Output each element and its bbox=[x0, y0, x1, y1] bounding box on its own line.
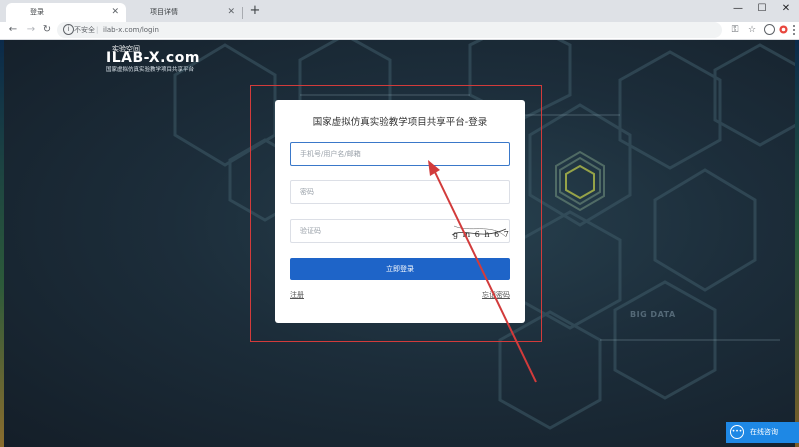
tab-label: 登录 bbox=[30, 8, 44, 16]
security-label[interactable]: 不安全 bbox=[74, 22, 95, 38]
key-icon[interactable]: ⚿ bbox=[728, 23, 742, 37]
chat-icon: ••• bbox=[730, 425, 744, 439]
menu-icon[interactable] bbox=[790, 23, 798, 37]
captcha-image[interactable]: g m 6 h 6 7 bbox=[450, 221, 509, 241]
login-card: 国家虚拟仿真实验教学项目共享平台-登录 手机号/用户名/邮箱 密码 验证码 g … bbox=[275, 100, 525, 323]
url-text[interactable]: ilab-x.com/login bbox=[103, 22, 159, 38]
login-title: 国家虚拟仿真实验教学项目共享平台-登录 bbox=[312, 117, 488, 128]
bg-watermark: BIG DATA bbox=[630, 310, 676, 319]
right-edge-strip bbox=[795, 40, 799, 447]
forgot-password-link[interactable]: 忘记密码 bbox=[482, 290, 510, 300]
tab-close-icon[interactable]: ✕ bbox=[111, 3, 119, 22]
tab-strip: 登录 ✕ 项目详情 ✕ + — ☐ ✕ bbox=[0, 0, 799, 22]
info-icon[interactable]: i bbox=[63, 24, 74, 35]
logo-subtitle: 国家虚拟仿真实验教学项目共享平台 bbox=[106, 67, 195, 73]
address-bar[interactable]: i 不安全 | ilab-x.com/login bbox=[57, 22, 722, 38]
logo-english: ILAB-X.com bbox=[106, 50, 200, 66]
reload-icon[interactable]: ↻ bbox=[40, 23, 54, 37]
url-separator: | bbox=[96, 26, 99, 34]
tab-divider bbox=[242, 7, 243, 19]
password-input[interactable]: 密码 bbox=[290, 180, 510, 204]
tab-project-details[interactable]: 项目详情 ✕ bbox=[126, 3, 242, 22]
back-icon[interactable]: ← bbox=[6, 23, 20, 37]
forward-icon[interactable]: → bbox=[24, 23, 38, 37]
online-consult-button[interactable]: ••• 在线咨询 bbox=[726, 422, 799, 443]
new-tab-icon[interactable]: + bbox=[248, 3, 262, 19]
tab-label: 项目详情 bbox=[150, 8, 178, 16]
login-button[interactable]: 立即登录 bbox=[290, 258, 510, 280]
close-window-button[interactable]: ✕ bbox=[775, 2, 797, 16]
left-edge-strip bbox=[0, 40, 4, 447]
maximize-button[interactable]: ☐ bbox=[751, 2, 773, 16]
minimize-button[interactable]: — bbox=[727, 2, 749, 16]
extension-icon[interactable] bbox=[779, 25, 788, 34]
captcha-text: g m 6 h 6 7 bbox=[453, 230, 510, 239]
captcha-placeholder: 验证码 bbox=[300, 227, 321, 235]
captcha-input[interactable]: 验证码 g m 6 h 6 7 bbox=[290, 219, 510, 243]
register-link[interactable]: 注册 bbox=[290, 290, 304, 300]
profile-icon[interactable] bbox=[764, 24, 775, 35]
tab-close-icon[interactable]: ✕ bbox=[227, 3, 235, 22]
star-icon[interactable]: ☆ bbox=[745, 23, 759, 37]
consult-label: 在线咨询 bbox=[750, 428, 778, 436]
username-input[interactable]: 手机号/用户名/邮箱 bbox=[290, 142, 510, 166]
tab-login[interactable]: 登录 ✕ bbox=[6, 3, 126, 22]
browser-toolbar: ← → ↻ i 不安全 | ilab-x.com/login ⚿ ☆ bbox=[0, 22, 799, 40]
